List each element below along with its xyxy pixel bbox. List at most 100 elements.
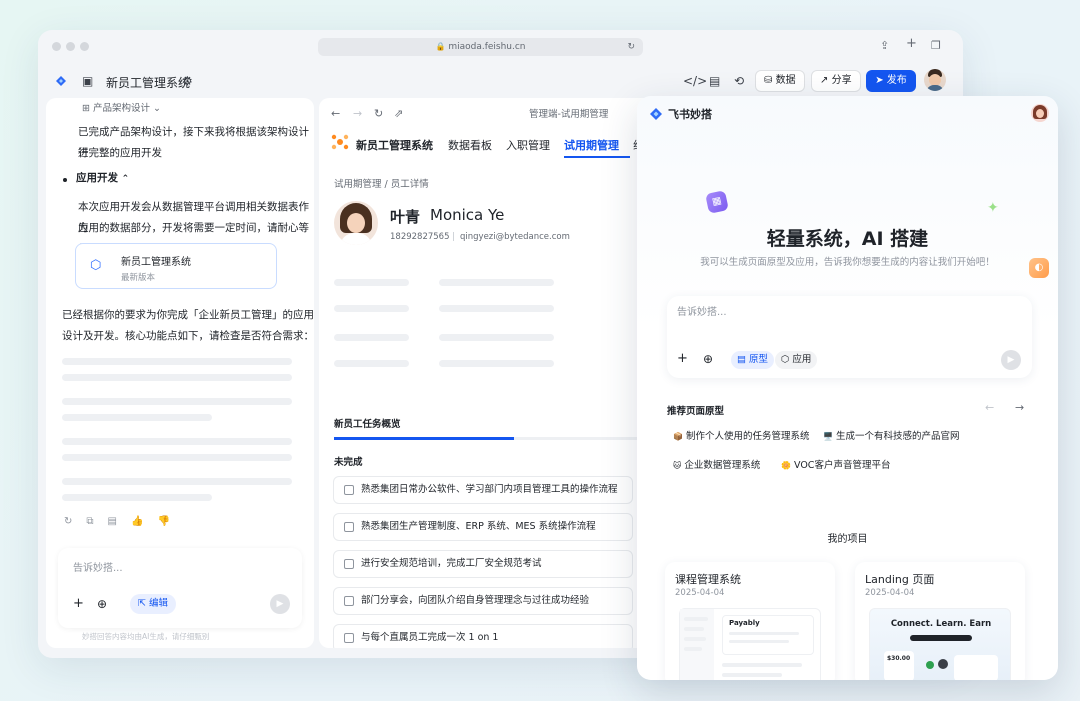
- preview-icon[interactable]: ▤: [709, 74, 720, 88]
- task-checkbox[interactable]: [344, 522, 354, 532]
- reload-icon[interactable]: ↻: [627, 38, 635, 56]
- skeleton-line: [684, 627, 704, 631]
- prompt-box[interactable]: 告诉妙搭... + ⊕ ▤ 原型 ⬡ 应用 ▶: [667, 296, 1032, 378]
- prototype-icon: ▤: [737, 354, 746, 365]
- history-icon[interactable]: ⟲: [734, 74, 744, 88]
- send-button[interactable]: ▶: [270, 594, 290, 614]
- new-tab-icon[interactable]: +: [906, 36, 917, 51]
- tab-onboarding[interactable]: 入职管理: [506, 137, 550, 153]
- globe-icon[interactable]: ⊕: [97, 594, 107, 614]
- tab-dashboard[interactable]: 数据看板: [448, 137, 492, 153]
- feishu-miaoda-logo-icon: [650, 108, 662, 120]
- skeleton-line: [722, 673, 782, 677]
- publish-button-label: 发布: [886, 75, 907, 86]
- recommend-item[interactable]: 🐱 企业数据管理系统: [673, 457, 760, 471]
- step-header[interactable]: ⊞ 产品架构设计 ⌄: [82, 100, 161, 114]
- recommend-item[interactable]: 🌼 VOC客户声音管理平台: [781, 457, 890, 471]
- breadcrumb[interactable]: 试用期管理 / 员工详情: [334, 176, 429, 190]
- task-checkbox[interactable]: [344, 633, 354, 643]
- url-text: miaoda.feishu.cn: [448, 42, 526, 52]
- data-button[interactable]: ⛁ 数据: [755, 70, 805, 92]
- thumbs-up-icon[interactable]: 👍: [131, 516, 157, 527]
- task-overview-title: 新员工任务概览: [334, 419, 401, 430]
- message-actions: ↻⧉▤👍👎: [64, 516, 184, 527]
- task-checkbox[interactable]: [344, 596, 354, 606]
- back-arrow-icon[interactable]: ←: [331, 107, 340, 120]
- document-icon[interactable]: ▤: [108, 516, 131, 527]
- sidebar-toggle-icon[interactable]: ▣: [82, 74, 93, 88]
- open-external-icon[interactable]: ⇗: [394, 107, 403, 120]
- thumb-dot: [926, 661, 934, 669]
- task-checkbox[interactable]: [344, 559, 354, 569]
- employee-email: qingyezi@bytedance.com: [460, 232, 570, 242]
- project-card[interactable]: Landing 页面 2025-04-04 Connect. Learn. Ea…: [855, 562, 1025, 680]
- section-label: 应用开发: [76, 172, 118, 184]
- code-icon[interactable]: </>: [683, 74, 707, 88]
- skeleton-line: [684, 617, 708, 621]
- plus-icon[interactable]: +: [73, 594, 84, 614]
- tabs-overview-icon[interactable]: ❐: [931, 39, 941, 52]
- task-row[interactable]: 进行安全规范培训，完成工厂安全规范考试: [333, 550, 633, 578]
- brand-name: 飞书妙搭: [668, 108, 712, 121]
- skeleton-line: [439, 305, 554, 312]
- prev-arrow-icon[interactable]: ←: [985, 401, 994, 414]
- task-row[interactable]: 熟悉集团生产管理制度、ERP 系统、MES 系统操作流程: [333, 513, 633, 541]
- architecture-icon: ⊞: [82, 103, 90, 114]
- reload-page-icon[interactable]: ↻: [374, 107, 383, 120]
- project-name: 课程管理系统: [675, 573, 741, 586]
- refresh-icon[interactable]: ↻: [64, 516, 86, 527]
- window-zoom-dot[interactable]: [80, 42, 89, 51]
- task-row[interactable]: 部门分享会，向团队介绍自身管理理念与过往成功经验: [333, 587, 633, 615]
- thumb-headline: Connect. Learn. Earn: [890, 619, 992, 629]
- settings-gear-icon[interactable]: ⚙: [182, 74, 193, 88]
- hub-logo-icon: [331, 134, 349, 150]
- edit-toggle[interactable]: ⇱ 编辑: [130, 594, 177, 614]
- skeleton-line: [62, 494, 212, 501]
- url-bar[interactable]: 🔒 miaoda.feishu.cn ↻: [318, 38, 643, 56]
- lock-icon: 🔒: [435, 42, 446, 51]
- app-chip[interactable]: ⬡ 应用: [775, 351, 818, 369]
- forward-arrow-icon[interactable]: →: [353, 107, 362, 120]
- recommend-item[interactable]: 🖥️ 生成一个有科技感的产品官网: [823, 428, 960, 442]
- window-minimize-dot[interactable]: [66, 42, 75, 51]
- prototype-chip[interactable]: ▤ 原型: [731, 351, 775, 369]
- prompt-placeholder[interactable]: 告诉妙搭...: [677, 303, 727, 318]
- share-icon[interactable]: ⇪: [880, 39, 889, 52]
- cube-icon: ⬡: [90, 258, 102, 273]
- publish-button[interactable]: ➤ 发布: [866, 70, 916, 92]
- prompt-send-button[interactable]: ▶: [1001, 350, 1021, 370]
- tab-probation[interactable]: 试用期管理: [564, 137, 619, 153]
- user-avatar[interactable]: [924, 69, 946, 91]
- miaoda-logo-icon: [56, 76, 66, 86]
- skeleton-line: [684, 637, 706, 641]
- task-checkbox[interactable]: [344, 485, 354, 495]
- window-close-dot[interactable]: [52, 42, 61, 51]
- version-card[interactable]: ⬡ 新员工管理系统 最新版本: [75, 243, 277, 289]
- task-row[interactable]: 熟悉集团日常办公软件、学习部门内项目管理工具的操作流程: [333, 476, 633, 504]
- status-label: 未完成: [334, 457, 363, 468]
- globe-icon[interactable]: ⊕: [703, 350, 713, 368]
- share-button[interactable]: ↗ 分享: [811, 70, 861, 92]
- thumbs-down-icon[interactable]: 👎: [157, 516, 183, 527]
- user-avatar[interactable]: [1031, 104, 1049, 122]
- recommend-item-label: 制作个人使用的任务管理系统: [686, 431, 810, 442]
- summary-line-1: 已经根据你的要求为你完成「企业新员工管理」的应用: [62, 309, 314, 321]
- project-card[interactable]: 课程管理系统 2025-04-04 Payably: [665, 562, 835, 680]
- subtitle: 我可以生成页面原型及应用，告诉我你想要生成的内容让我们开始吧！: [700, 257, 995, 268]
- thumb-panel: [954, 655, 998, 680]
- recommend-item[interactable]: 📦 制作个人使用的任务管理系统: [673, 428, 810, 442]
- task-row[interactable]: 与每个直属员工完成一次 1 on 1: [333, 624, 633, 648]
- plus-icon[interactable]: +: [677, 350, 688, 368]
- skeleton-line: [62, 438, 292, 445]
- chat-input-box[interactable]: 告诉妙搭... + ⊕ ⇱ 编辑 ▶: [58, 548, 302, 628]
- summary-line-2: 设计及开发。核心功能点如下，请检查是否符合需求：: [62, 330, 314, 342]
- recommend-item-label: 生成一个有科技感的产品官网: [836, 431, 960, 442]
- cursor-icon: ⇱: [138, 598, 146, 609]
- copy-icon[interactable]: ⧉: [86, 516, 107, 527]
- section-header[interactable]: 应用开发 ⌃: [76, 170, 129, 185]
- next-arrow-icon[interactable]: →: [1015, 401, 1024, 414]
- project-date: 2025-04-04: [675, 588, 725, 598]
- chat-panel: ⊞ 产品架构设计 ⌄ 已完成产品架构设计，接下来我将根据该架构设计进 行完整的应…: [46, 98, 314, 648]
- chat-input-placeholder[interactable]: 告诉妙搭...: [73, 559, 123, 574]
- ai-disclaimer: 妙搭回答内容均由AI生成，请仔细甄别: [82, 632, 210, 641]
